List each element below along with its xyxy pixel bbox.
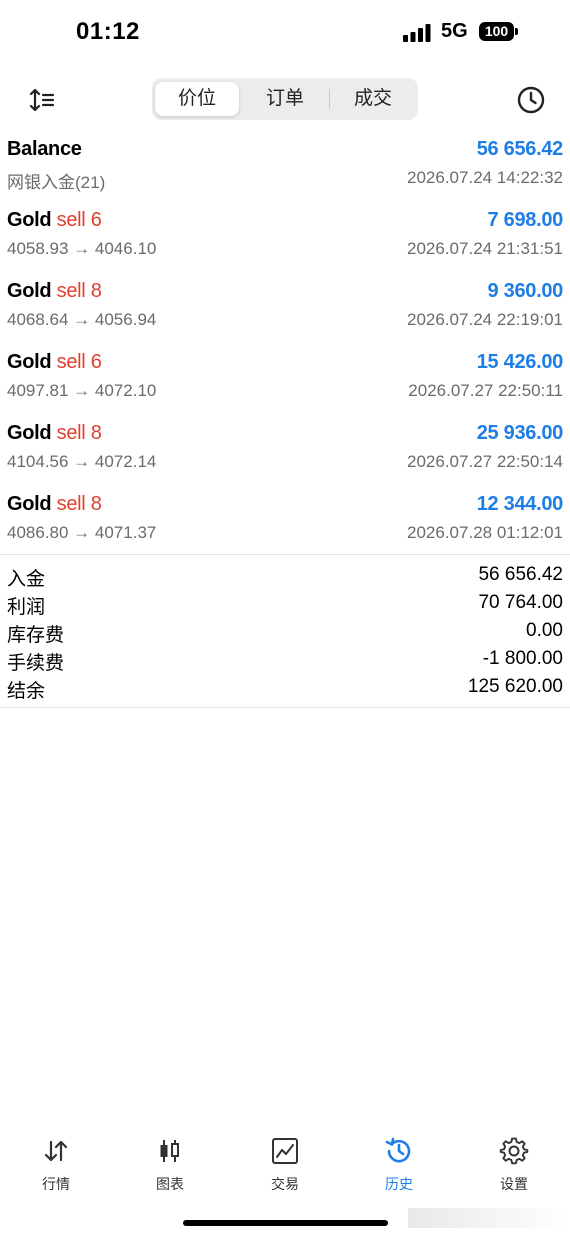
tabbar-label: 设置 [500, 1176, 528, 1192]
tab-deals[interactable]: 成交 [331, 82, 415, 116]
trade-profit: 7 698.00 [487, 209, 564, 231]
summary-value: 70 764.00 [478, 592, 563, 613]
tabbar-item-trade[interactable]: 交易 [245, 1136, 325, 1194]
sort-icon[interactable] [28, 86, 56, 114]
tabbar-item-charts[interactable]: 图表 [130, 1136, 210, 1194]
battery-icon: 100 [479, 22, 518, 41]
trade-symbol: Gold [7, 493, 52, 515]
summary-row-deposit: 入金 56 656.42 [0, 562, 570, 590]
network-label: 5G [441, 20, 468, 42]
tabbar-label: 历史 [385, 1176, 413, 1192]
status-time: 01:12 [76, 18, 140, 45]
trade-datetime: 2026.07.24 21:31:51 [407, 239, 563, 258]
history-list: Balance 56 656.42 网银入金(21) 2026.07.24 14… [0, 134, 570, 560]
trade-symbol: Gold [7, 280, 52, 302]
balance-row[interactable]: Balance 56 656.42 网银入金(21) 2026.07.24 14… [0, 134, 570, 205]
summary-label: 库存费 [7, 625, 65, 646]
balance-title: Balance [7, 138, 82, 160]
tabbar-item-quotes[interactable]: 行情 [16, 1136, 96, 1194]
trade-title: Gold sell 8 [7, 422, 102, 445]
tabbar-label: 行情 [42, 1176, 70, 1192]
trade-datetime: 2026.07.24 22:19:01 [407, 310, 563, 329]
trade-profit: 15 426.00 [476, 351, 564, 373]
trade-symbol: Gold [7, 422, 52, 444]
trade-prices: 4058.93 → 4046.10 [7, 239, 157, 258]
trade-prices: 4086.80 → 4071.37 [7, 523, 157, 542]
tab-orders[interactable]: 订单 [243, 82, 327, 116]
home-indicator[interactable] [183, 1220, 388, 1226]
summary-value: 0.00 [526, 620, 563, 641]
summary-label: 入金 [7, 569, 46, 590]
trade-title: Gold sell 8 [7, 493, 102, 516]
trade-profit: 25 936.00 [476, 422, 564, 444]
summary-value: 125 620.00 [467, 676, 563, 697]
summary-row-profit: 利润 70 764.00 [0, 590, 570, 618]
trade-row[interactable]: Gold sell 6 15 426.00 4097.81 → 4072.10 … [0, 347, 570, 418]
trade-symbol: Gold [7, 209, 52, 231]
segment-divider [329, 89, 330, 109]
trade-prices: 4104.56 → 4072.14 [7, 452, 157, 471]
summary-value: 56 656.42 [478, 564, 563, 585]
trade-chart-icon [272, 1138, 298, 1164]
summary-row-swap: 库存费 0.00 [0, 618, 570, 646]
trade-datetime: 2026.07.27 22:50:11 [408, 381, 563, 400]
trade-side: sell 8 [56, 493, 102, 515]
trade-side: sell 6 [56, 209, 102, 231]
status-bar: 01:12 5G 100 [0, 0, 570, 66]
summary-label: 手续费 [7, 653, 65, 674]
trade-profit: 12 344.00 [476, 493, 564, 515]
trade-prices: 4097.81 → 4072.10 [7, 381, 157, 400]
summary-bottom-divider [0, 707, 570, 708]
signal-icon [403, 24, 431, 42]
summary-top-divider [0, 554, 570, 555]
summary-section: 入金 56 656.42 利润 70 764.00 库存费 0.00 手续费 -… [0, 562, 570, 702]
trade-prices: 4068.64 → 4056.94 [7, 310, 157, 329]
trade-symbol: Gold [7, 351, 52, 373]
summary-label: 结余 [7, 681, 46, 702]
trade-row[interactable]: Gold sell 8 12 344.00 4086.80 → 4071.37 … [0, 489, 570, 560]
toolbar: 价位 订单 成交 [0, 78, 570, 122]
bottom-fade [408, 1208, 570, 1228]
history-clock-icon [385, 1137, 411, 1163]
segmented-control: 价位 订单 成交 [152, 78, 418, 120]
candlestick-chart-icon [160, 1140, 179, 1162]
tabbar-item-history[interactable]: 历史 [359, 1136, 439, 1194]
trade-row[interactable]: Gold sell 8 25 936.00 4104.56 → 4072.14 … [0, 418, 570, 489]
trade-title: Gold sell 8 [7, 280, 102, 303]
tabbar-item-settings[interactable]: 设置 [474, 1136, 554, 1194]
bottom-tab-bar: 行情 图表 交易 历史 设置 [0, 1136, 570, 1196]
trade-row[interactable]: Gold sell 8 9 360.00 4068.64 → 4056.94 2… [0, 276, 570, 347]
tabbar-label: 交易 [271, 1176, 299, 1192]
trade-title: Gold sell 6 [7, 209, 102, 232]
balance-desc: 网银入金(21) [7, 173, 106, 192]
summary-row-balance: 结余 125 620.00 [0, 674, 570, 702]
trade-side: sell 8 [56, 280, 102, 302]
clock-icon[interactable] [516, 85, 546, 115]
trade-datetime: 2026.07.28 01:12:01 [407, 523, 563, 542]
gear-icon [499, 1137, 529, 1165]
summary-row-commission: 手续费 -1 800.00 [0, 646, 570, 674]
trade-profit: 9 360.00 [487, 280, 564, 302]
tab-price[interactable]: 价位 [155, 82, 239, 116]
trade-side: sell 6 [56, 351, 102, 373]
trade-title: Gold sell 6 [7, 351, 102, 374]
balance-amount: 56 656.42 [476, 138, 564, 160]
quotes-arrows-icon [44, 1140, 68, 1162]
trade-row[interactable]: Gold sell 6 7 698.00 4058.93 → 4046.10 2… [0, 205, 570, 276]
trade-side: sell 8 [56, 422, 102, 444]
summary-value: -1 800.00 [482, 648, 563, 669]
balance-datetime: 2026.07.24 14:22:32 [407, 168, 563, 187]
trade-datetime: 2026.07.27 22:50:14 [407, 452, 563, 471]
tabbar-label: 图表 [156, 1176, 184, 1192]
battery-level: 100 [479, 22, 514, 41]
summary-label: 利润 [7, 597, 46, 618]
